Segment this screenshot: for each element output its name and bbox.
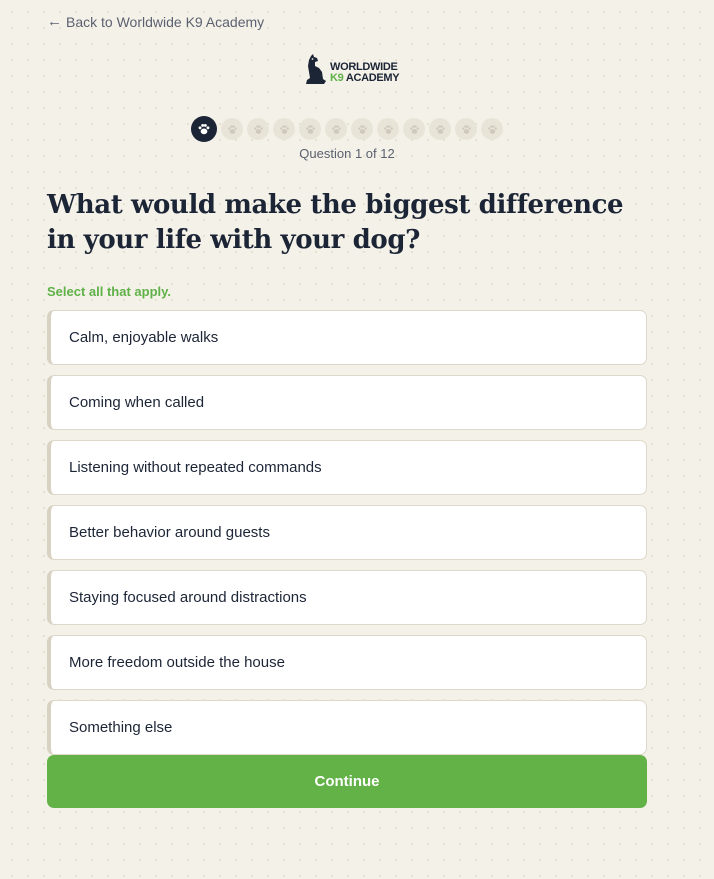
question-counter: Question 1 of 12	[299, 146, 395, 161]
progress-step-4	[273, 118, 295, 140]
progress-step-8	[377, 118, 399, 140]
paw-icon	[304, 123, 317, 136]
option-1[interactable]: Calm, enjoyable walks	[47, 310, 647, 365]
continue-button[interactable]: Continue	[47, 755, 647, 808]
progress-step-3	[247, 118, 269, 140]
paw-icon	[486, 123, 499, 136]
option-label: Calm, enjoyable walks	[69, 329, 219, 346]
progress-step-5	[299, 118, 321, 140]
option-label: More freedom outside the house	[69, 654, 285, 671]
logo: WORLDWIDE K9 ACADEMY	[302, 54, 400, 84]
logo-k9: K9	[330, 72, 344, 84]
progress-step-7	[351, 118, 373, 140]
logo-academy: ACADEMY	[343, 72, 400, 84]
option-6[interactable]: More freedom outside the house	[47, 635, 647, 690]
paw-icon	[330, 123, 343, 136]
paw-icon	[196, 121, 212, 137]
progress-step-2	[221, 118, 243, 140]
back-link-label: Back to Worldwide K9 Academy	[66, 13, 265, 30]
progress-steps	[191, 116, 503, 142]
progress-step-1	[191, 116, 217, 142]
option-2[interactable]: Coming when called	[47, 375, 647, 430]
arrow-left-icon: ←	[47, 13, 62, 30]
option-4[interactable]: Better behavior around guests	[47, 505, 647, 560]
option-label: Staying focused around distractions	[69, 589, 307, 606]
paw-icon	[434, 123, 447, 136]
options-list: Calm, enjoyable walks Coming when called L…	[47, 310, 647, 765]
progress-step-6	[325, 118, 347, 140]
option-5[interactable]: Staying focused around distractions	[47, 570, 647, 625]
option-label: Listening without repeated commands	[69, 459, 322, 476]
select-hint: Select all that apply.	[47, 284, 172, 299]
option-7[interactable]: Something else	[47, 700, 647, 755]
progress-step-11	[455, 118, 477, 140]
option-3[interactable]: Listening without repeated commands	[47, 440, 647, 495]
paw-icon	[226, 123, 239, 136]
option-label: Better behavior around guests	[69, 524, 270, 541]
progress-step-9	[403, 118, 425, 140]
question-title: What would make the biggest difference i…	[47, 190, 624, 255]
progress-step-12	[481, 118, 503, 140]
paw-icon	[382, 123, 395, 136]
paw-icon	[252, 123, 265, 136]
progress-step-10	[429, 118, 451, 140]
option-label: Something else	[69, 719, 173, 736]
paw-icon	[460, 123, 473, 136]
option-label: Coming when called	[69, 394, 205, 411]
logo-text-line2: K9 ACADEMY	[330, 72, 400, 84]
dog-logo-icon	[306, 54, 326, 84]
paw-icon	[408, 123, 421, 136]
paw-icon	[278, 123, 291, 136]
back-link[interactable]: ← Back to Worldwide K9 Academy	[47, 13, 264, 30]
paw-icon	[356, 123, 369, 136]
